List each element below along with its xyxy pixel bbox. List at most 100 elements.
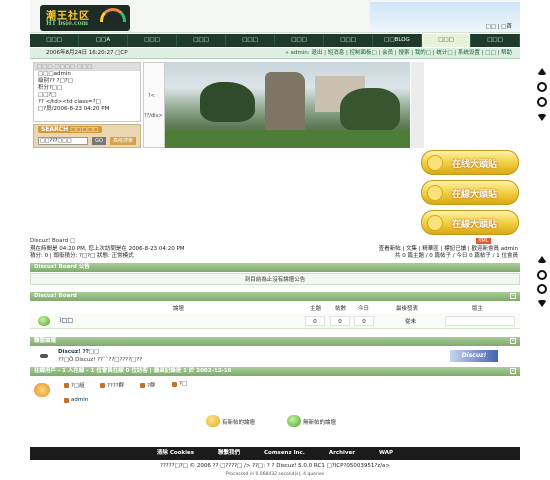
processed-time: Processed in 0.068432 second(s), 4 queri…: [225, 472, 325, 477]
footer-contact[interactable]: 聯繫我們: [218, 447, 240, 460]
user-credits: 積分: 0 | 頭銜積分: ?□?□ 狀態: 正常模式: [30, 253, 134, 259]
search-label: SEARCH □□□□□: [38, 126, 102, 133]
col-forum: 論壇: [173, 306, 185, 312]
link-item: Discuz! ??□□ ??□Ö Discuz! ??``??□????□??…: [30, 348, 520, 366]
forum-columns: 論壇 主題 帖數 今日 最後發表 版主: [30, 304, 520, 312]
circle-icon[interactable]: [537, 97, 547, 107]
visit-time: 現在時間是 04:20 PM, 您上次訪問是在 2006-8-23 04:20 …: [30, 246, 185, 252]
circle-icon[interactable]: [537, 284, 547, 294]
col-moderator: 版主: [472, 306, 484, 312]
new-posts-icon: [206, 415, 220, 427]
camera-icon: [427, 155, 443, 171]
nav-item-2[interactable]: □□A: [79, 34, 128, 47]
footer-clear-cookies[interactable]: 清除 Cookies: [157, 447, 194, 460]
circle-icon[interactable]: [537, 270, 547, 280]
col-posts: 帖數: [335, 306, 347, 312]
forum-last-post: 從未: [405, 319, 417, 325]
quick-links[interactable]: 查看新帖 | 文集 | 精華區 | 標記已讀 | 歡迎新會員 admin: [318, 246, 518, 253]
profile-line-4: □□?□: [38, 92, 57, 98]
footer-wap[interactable]: WAP: [379, 447, 393, 460]
breadcrumb[interactable]: Discuz! Board □: [30, 238, 75, 244]
logo-subtitle: HT bsie.com: [46, 20, 88, 27]
announcement-body: 到目前為止沒有論壇公告: [30, 273, 520, 285]
link-description: ??□Ö Discuz! ??``??□????□??: [58, 357, 143, 363]
camera-icon: [427, 185, 443, 201]
site-logo[interactable]: 潮王社区 HT bsie.com: [40, 5, 130, 31]
link-title[interactable]: Discuz! ??□□: [58, 349, 99, 355]
nav-item-6[interactable]: □□□: [275, 34, 324, 47]
legend-members-label: ?□: [179, 381, 188, 387]
thumb-text-1: ?<: [148, 93, 155, 99]
photo-booth-button-3[interactable]: 在線大頭貼: [421, 210, 519, 235]
online-user-name[interactable]: admin: [71, 397, 88, 403]
photo-booth-label-3: 在線大頭貼: [452, 220, 498, 230]
legend-no-new-posts: 無新帖的論壇: [287, 415, 336, 427]
footer-bar: 清除 Cookies 聯繫我們 Comsenz Inc. Archiver WA…: [30, 447, 520, 460]
profile-line-3: 积分?□□: [38, 85, 63, 91]
announcement-title: Discuz! Board 公告: [34, 264, 90, 270]
user-icon: [100, 382, 105, 388]
nav-item-5[interactable]: □□□: [226, 34, 275, 47]
search-input[interactable]: [38, 137, 88, 145]
nav-item-7[interactable]: □□□: [324, 34, 373, 47]
online-user[interactable]: admin: [64, 397, 88, 403]
profile-box-head: □□□ □□□□ □□□: [34, 63, 140, 71]
legend-mods-label: ?群: [147, 383, 156, 389]
photo-booth-label-1: 在线大頭貼: [452, 160, 498, 170]
legend-mods: ?群: [140, 381, 155, 389]
user-bar: 2006年8月24日 16:20:27 □CP » admin: 退出 | 短消…: [30, 48, 520, 59]
server-datetime: 2006年8月24日 16:20:27 □CP: [46, 50, 128, 56]
forum-moderator-cell: [445, 316, 515, 326]
scroll-down-icon[interactable]: [537, 300, 547, 307]
nav-item-10[interactable]: □□□: [471, 34, 520, 47]
forum-list-header: Discuz! Board -: [30, 292, 520, 301]
footer-comsenz[interactable]: Comsenz Inc.: [264, 447, 305, 460]
visit-info: 現在時間是 04:20 PM, 您上次訪問是在 2006-8-23 04:20 …: [30, 246, 280, 260]
main-nav: □□□ □□A □□□ □□□ □□□ □□□ □□□ □□BLOG □□□ □…: [30, 34, 520, 47]
scroll-up-icon[interactable]: [537, 256, 547, 263]
user-icon: [64, 397, 69, 403]
forum-topics: 0: [305, 316, 325, 326]
user-icon: [172, 381, 177, 387]
post-stats: 共 0 篇主題 / 0 篇帖子 / 今日 0 篇帖子 / 1 位會員: [394, 253, 518, 259]
online-header: 在線用戶 - 1 人在線 - 1 位會員在線 0 位訪客 | 最高記錄是 1 於…: [30, 367, 520, 376]
search-go-button[interactable]: GO: [92, 137, 106, 145]
xml-feed-badge[interactable]: XML: [476, 238, 491, 244]
photo-thumb-strip[interactable]: ?< ??/div>: [143, 62, 165, 148]
forum-name-link[interactable]: i□□: [60, 317, 73, 324]
nav-item-blog[interactable]: □□BLOG: [373, 34, 422, 47]
header-top-links[interactable]: □□ | □首: [486, 22, 512, 30]
links-title: 聯盟論壇: [34, 338, 57, 344]
legend-admins-label: ?□組: [71, 383, 85, 389]
scroll-up-icon[interactable]: [537, 68, 547, 75]
advanced-search-button[interactable]: 高级搜索: [110, 137, 136, 145]
search-box: SEARCH □□□□□ GO 高级搜索: [33, 124, 141, 148]
forum-list-title: Discuz! Board: [34, 293, 77, 299]
nav-item-4[interactable]: □□□: [177, 34, 226, 47]
collapse-icon[interactable]: -: [510, 368, 516, 374]
nav-item-active[interactable]: □□□: [422, 34, 471, 47]
photo-booth-button-2[interactable]: 在線大頭貼: [421, 180, 519, 205]
collapse-icon[interactable]: -: [510, 293, 516, 299]
online-emblem-icon: [34, 383, 50, 397]
footer-archiver[interactable]: Archiver: [329, 447, 355, 460]
col-last-post: 最後發表: [396, 306, 419, 312]
nav-item-1[interactable]: □□□: [30, 34, 79, 47]
discuz-logo[interactable]: Discuz!: [450, 350, 498, 362]
online-users: ?□組 ????群 ?群 ?□ admin: [30, 377, 520, 407]
nav-item-3[interactable]: □□□: [128, 34, 177, 47]
forum-today: 0: [354, 316, 374, 326]
photo-booth-button-1[interactable]: 在线大頭貼: [421, 150, 519, 175]
collapse-icon[interactable]: -: [510, 338, 516, 344]
no-new-posts-icon: [287, 415, 301, 427]
links-header: 聯盟論壇 -: [30, 337, 520, 346]
camera-icon: [427, 215, 443, 231]
scroll-down-icon[interactable]: [537, 114, 547, 121]
link-icon: [40, 354, 48, 358]
profile-line-1: □□□admin: [38, 71, 71, 77]
user-icon: [64, 382, 69, 388]
user-links[interactable]: » admin: 退出 | 短消息 | 控制面板□ | 会员 | 搜索 | 我的…: [285, 48, 512, 59]
circle-icon[interactable]: [537, 82, 547, 92]
legend-members: ?□: [172, 381, 187, 387]
rainbow-icon: [100, 8, 126, 22]
